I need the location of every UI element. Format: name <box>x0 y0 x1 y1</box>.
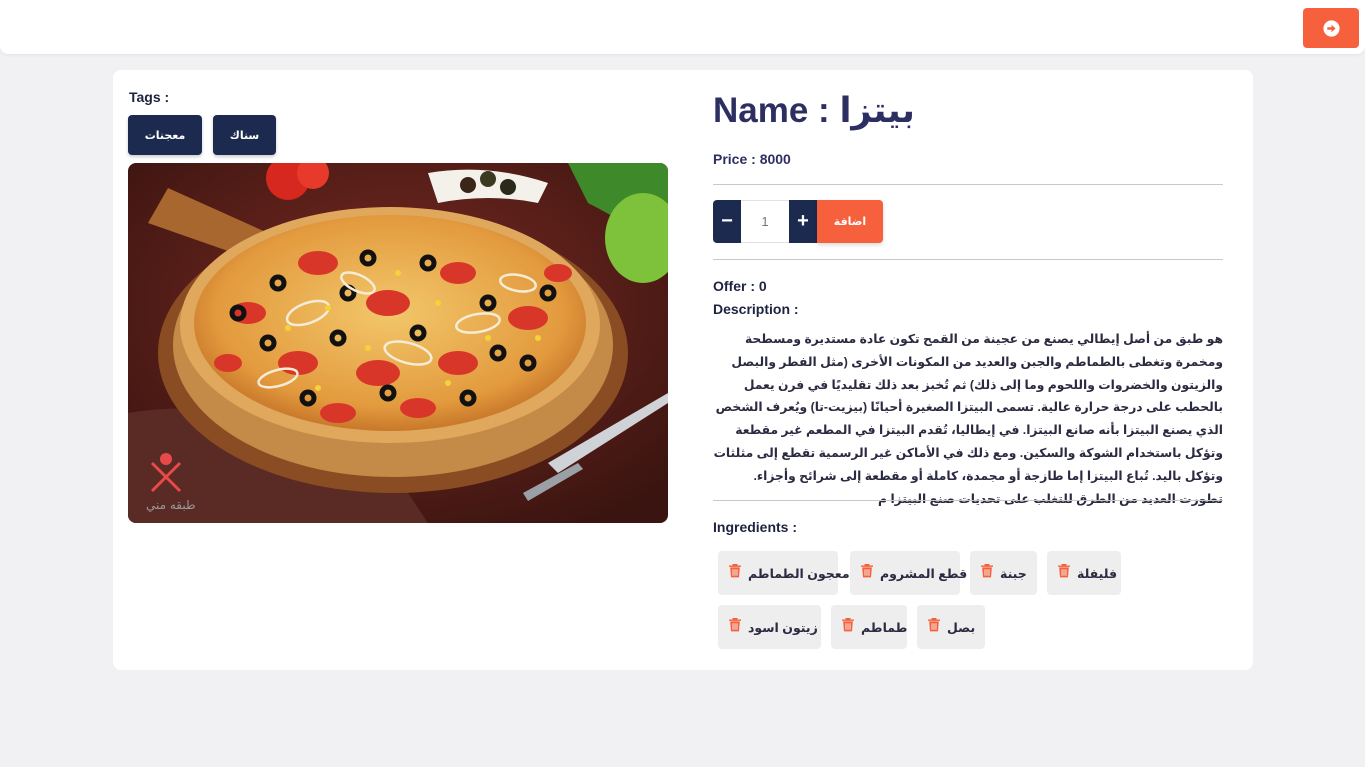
divider <box>713 184 1223 185</box>
trash-icon[interactable] <box>841 617 855 637</box>
top-bar <box>0 0 1365 54</box>
product-name: Name : بيتزا <box>713 91 915 130</box>
increase-quantity-button[interactable]: + <box>789 200 817 243</box>
ingredient-label: معجون الطماطم <box>748 566 850 581</box>
ingredient-label: بصل <box>947 620 976 635</box>
ingredient-chip[interactable]: قطع المشروم <box>850 551 967 595</box>
trash-icon[interactable] <box>1057 563 1071 583</box>
ingredient-label: طماطم <box>861 620 908 635</box>
ingredients-label: Ingredients : <box>713 519 798 535</box>
go-forward-button[interactable] <box>1303 8 1359 48</box>
product-description: هو طبق من أصل إيطالي يصنع من عجينة من ال… <box>713 332 1223 506</box>
product-image: طبقه مني <box>128 163 668 523</box>
ingredient-label: جبنة <box>1000 566 1027 581</box>
ingredient-chip[interactable]: جبنة <box>970 551 1037 595</box>
description-label: Description : <box>713 301 799 317</box>
ingredient-chip[interactable]: زيتون اسود <box>718 605 821 649</box>
product-offer: Offer : 0 <box>713 278 767 294</box>
product-price: Price : 8000 <box>713 151 791 167</box>
ingredients-list: معجون الطماطم قطع المشروم جبنة فليفلة زي… <box>718 551 1138 681</box>
tag-pastries[interactable]: معجنات <box>128 115 202 155</box>
trash-icon[interactable] <box>927 617 941 637</box>
decrease-quantity-button[interactable]: − <box>713 200 741 243</box>
trash-icon[interactable] <box>860 563 874 583</box>
trash-icon[interactable] <box>980 563 994 583</box>
ingredient-chip[interactable]: معجون الطماطم <box>718 551 850 595</box>
svg-text:طبقه مني: طبقه مني <box>146 498 196 512</box>
tag-snack[interactable]: سناك <box>213 115 276 155</box>
trash-icon[interactable] <box>728 563 742 583</box>
divider <box>713 500 1223 501</box>
arrow-circle-right-icon <box>1322 19 1340 37</box>
add-to-cart-button[interactable]: اضافة <box>817 200 883 243</box>
tags-label: Tags : <box>129 89 170 105</box>
ingredient-label: فليفلة <box>1077 566 1118 581</box>
ingredient-chip[interactable]: فليفلة <box>1047 551 1121 595</box>
ingredient-chip[interactable]: طماطم <box>831 605 907 649</box>
ingredient-chip[interactable]: بصل <box>917 605 985 649</box>
ingredient-label: قطع المشروم <box>880 566 968 581</box>
divider <box>713 259 1223 260</box>
product-card: Tags : معجنات سناك طبقه مني Name: بيتزا… <box>113 70 1253 670</box>
quantity-input[interactable] <box>741 200 789 243</box>
trash-icon[interactable] <box>728 617 742 637</box>
ingredient-label: زيتون اسود <box>748 620 818 635</box>
